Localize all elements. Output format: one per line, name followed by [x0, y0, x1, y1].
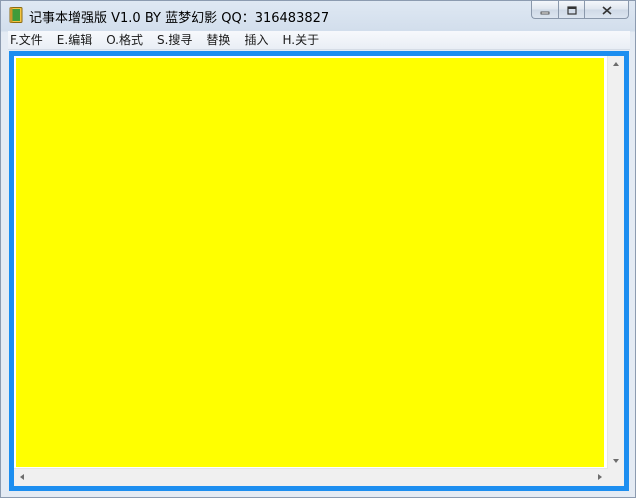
text-editor[interactable]: [16, 58, 604, 467]
menu-insert[interactable]: 插入: [236, 31, 274, 49]
menu-edit[interactable]: E.编辑: [49, 31, 98, 49]
scrollbar-corner: [608, 469, 624, 486]
scroll-left-icon[interactable]: [20, 474, 24, 480]
title-bar[interactable]: 记事本增强版 V1.0 BY 蓝梦幻影 QQ：316483827: [1, 1, 635, 30]
notebook-icon[interactable]: [9, 7, 23, 23]
close-icon: [601, 0, 612, 19]
close-button[interactable]: [584, 1, 629, 19]
app-window: 记事本增强版 V1.0 BY 蓝梦幻影 QQ：316483827 F.文件 E.…: [0, 0, 636, 498]
menu-bar: F.文件 E.编辑 O.格式 S.搜寻 替换 插入 H.关于: [8, 31, 630, 50]
scroll-up-icon[interactable]: [613, 62, 619, 66]
editor-frame: [9, 51, 629, 491]
window-controls: [531, 1, 629, 21]
menu-replace[interactable]: 替换: [198, 31, 236, 49]
scroll-down-icon[interactable]: [613, 459, 619, 463]
menu-about[interactable]: H.关于: [274, 31, 325, 49]
minimize-icon: [540, 0, 550, 19]
vertical-scrollbar[interactable]: [607, 56, 624, 469]
menu-search[interactable]: S.搜寻: [149, 31, 198, 49]
horizontal-scrollbar[interactable]: [14, 468, 608, 486]
editor-container: [14, 56, 624, 486]
maximize-button[interactable]: [558, 1, 584, 19]
window-title: 记事本增强版 V1.0 BY 蓝梦幻影 QQ：316483827: [29, 11, 330, 26]
scroll-right-icon[interactable]: [598, 474, 602, 480]
menu-file[interactable]: F.文件: [8, 31, 49, 49]
menu-format[interactable]: O.格式: [98, 31, 149, 49]
maximize-icon: [566, 0, 577, 19]
minimize-button[interactable]: [531, 1, 558, 19]
